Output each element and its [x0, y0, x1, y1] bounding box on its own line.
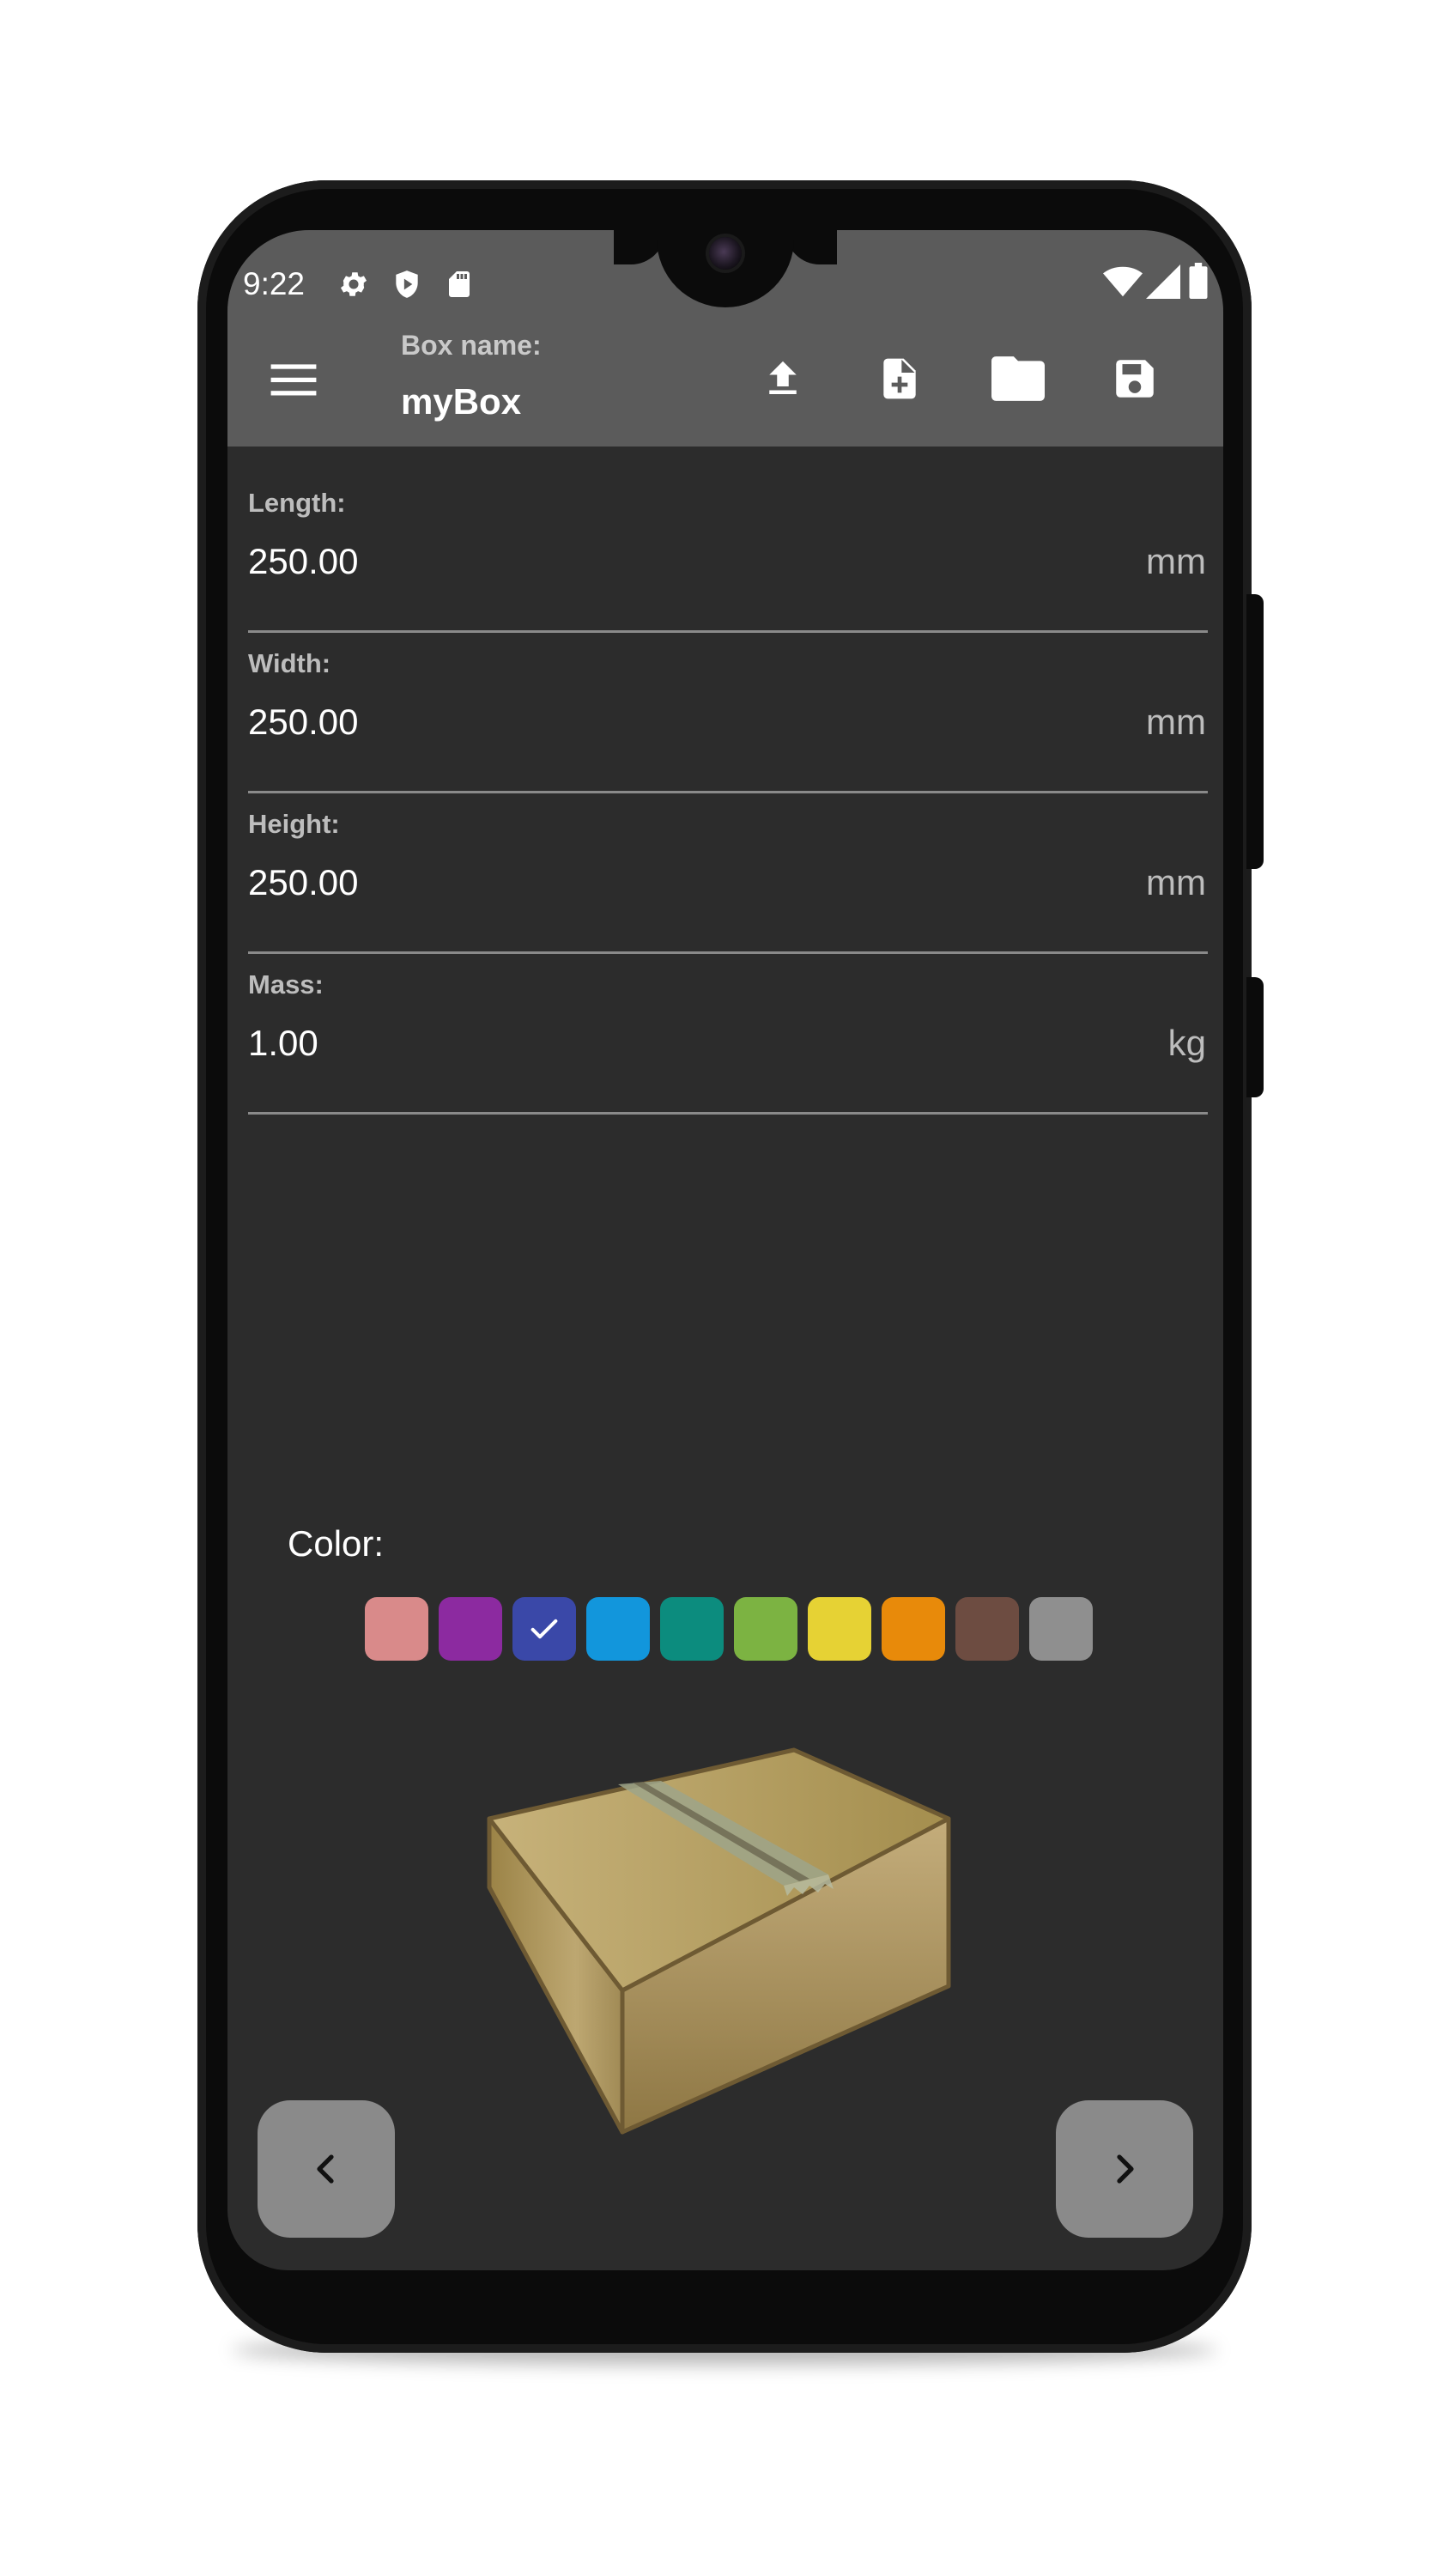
length-label: Length:: [248, 488, 346, 518]
color-label: Color:: [288, 1523, 385, 1564]
cell-signal-icon: [1146, 264, 1180, 303]
box-name-label: Box name:: [401, 330, 542, 361]
color-swatch[interactable]: [882, 1597, 945, 1661]
color-swatch[interactable]: [365, 1597, 428, 1661]
length-field[interactable]: Length: 250.00 mm: [248, 472, 1208, 633]
front-camera: [709, 237, 742, 270]
height-unit: mm: [1146, 862, 1206, 902]
mass-unit: kg: [1167, 1023, 1206, 1063]
width-unit: mm: [1146, 702, 1206, 742]
length-value[interactable]: 250.00: [248, 541, 358, 582]
mass-field[interactable]: Mass: 1.00 kg: [248, 954, 1208, 1115]
save-icon[interactable]: [1110, 354, 1160, 408]
mass-underline: [248, 1112, 1208, 1115]
cardboard-box-icon: [485, 1733, 983, 2252]
wifi-icon: [1103, 264, 1143, 303]
folder-icon[interactable]: [991, 355, 1045, 406]
box-name-value[interactable]: myBox: [401, 381, 521, 422]
mass-value[interactable]: 1.00: [248, 1023, 318, 1064]
color-swatch[interactable]: [734, 1597, 797, 1661]
sd-card-icon: [444, 268, 475, 305]
color-swatch[interactable]: [1029, 1597, 1093, 1661]
color-swatch[interactable]: [808, 1597, 871, 1661]
height-field[interactable]: Height: 250.00 mm: [248, 793, 1208, 954]
color-swatch[interactable]: [660, 1597, 724, 1661]
width-value[interactable]: 250.00: [248, 702, 358, 743]
height-label: Height:: [248, 809, 340, 839]
checkmark-icon: [530, 1619, 558, 1639]
width-field[interactable]: Width: 250.00 mm: [248, 633, 1208, 793]
length-unit: mm: [1146, 541, 1206, 581]
shield-play-icon: [391, 268, 423, 305]
color-swatch[interactable]: [439, 1597, 502, 1661]
status-time: 9:22: [243, 266, 306, 301]
height-value[interactable]: 250.00: [248, 862, 358, 903]
color-swatch[interactable]: [586, 1597, 650, 1661]
color-swatch[interactable]: [955, 1597, 1019, 1661]
new-file-icon[interactable]: [876, 352, 924, 410]
chevron-right-icon: [1117, 2154, 1134, 2184]
next-button[interactable]: [1056, 2100, 1193, 2238]
volume-button: [1246, 594, 1264, 869]
upload-icon[interactable]: [760, 354, 806, 408]
phone-screen: 9:22 Box name: myBox Length: 250.00 mm W…: [227, 230, 1223, 2270]
previous-button[interactable]: [258, 2100, 395, 2238]
mass-label: Mass:: [248, 969, 324, 999]
width-label: Width:: [248, 648, 331, 678]
battery-icon: [1189, 263, 1208, 303]
color-swatch[interactable]: [512, 1597, 576, 1661]
hamburger-menu-icon[interactable]: [270, 361, 317, 403]
gear-icon: [337, 268, 370, 305]
chevron-left-icon: [317, 2154, 334, 2184]
power-button: [1246, 977, 1264, 1097]
